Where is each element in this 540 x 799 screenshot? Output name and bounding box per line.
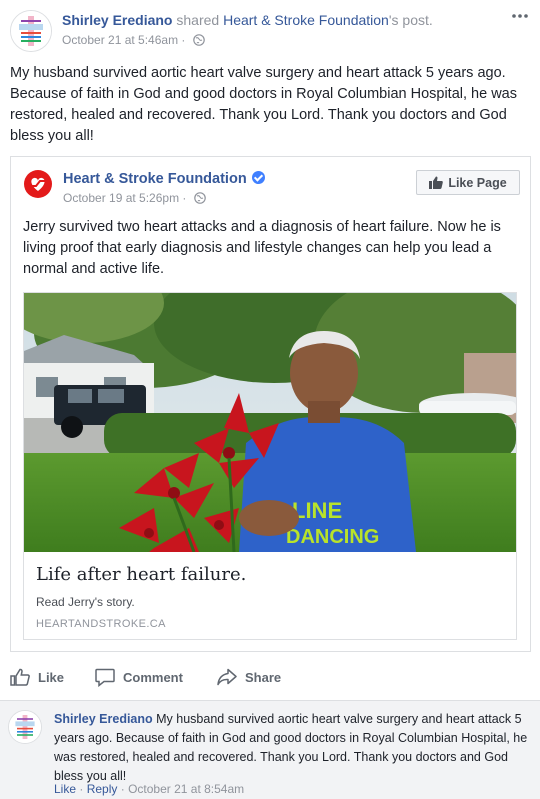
globe-icon[interactable] xyxy=(192,34,205,50)
comment-label: Comment xyxy=(123,669,183,685)
comment-actions: Like · Reply · October 21 at 8:54am xyxy=(54,782,244,796)
comment-reply-link[interactable]: Reply xyxy=(87,782,118,796)
shared-label: shared xyxy=(176,12,220,28)
comment-icon xyxy=(95,668,115,687)
post-actions-bar: Like Comment Share xyxy=(0,660,540,694)
like-action-button[interactable]: Like xyxy=(10,660,64,694)
comment-body: Shirley Erediano My husband survived aor… xyxy=(54,710,530,786)
author-avatar[interactable] xyxy=(10,10,52,52)
shared-post-meta: October 19 at 5:26pm · xyxy=(63,191,206,207)
comments-section: Shirley Erediano My husband survived aor… xyxy=(0,700,540,799)
comment-sep-1: · xyxy=(79,782,84,796)
share-label: Share xyxy=(245,669,282,685)
link-domain: HEARTANDSTROKE.CA xyxy=(36,618,166,630)
thumbs-up-icon xyxy=(10,668,30,686)
like-page-button[interactable]: Like Page xyxy=(416,170,520,195)
link-title[interactable]: Life after heart failure. xyxy=(36,564,246,585)
post-timestamp[interactable]: October 21 at 5:46am xyxy=(62,33,178,47)
link-preview-card[interactable]: LINE DANCING Life after heart failure. R… xyxy=(23,292,517,640)
source-suffix: 's post. xyxy=(388,12,433,28)
meta-separator: · xyxy=(182,191,187,205)
page-name[interactable]: Heart & Stroke Foundation xyxy=(63,171,265,187)
post-body-text: My husband survived aortic heart valve s… xyxy=(10,65,517,144)
feed-post: Shirley Erediano shared Heart & Stroke F… xyxy=(0,0,540,700)
commenter-name[interactable]: Shirley Erediano xyxy=(54,712,153,726)
comment-action-button[interactable]: Comment xyxy=(95,660,183,694)
share-action-button[interactable]: Share xyxy=(217,660,281,694)
shirt-text-1: LINE xyxy=(292,498,342,523)
meta-separator: · xyxy=(181,33,186,47)
globe-icon[interactable] xyxy=(193,192,206,207)
more-options-icon[interactable] xyxy=(510,8,530,24)
comment-sep-2: · xyxy=(120,782,125,796)
post-header: Shirley Erediano shared Heart & Stroke F… xyxy=(62,11,433,29)
commenter-avatar[interactable] xyxy=(8,710,42,744)
like-label: Like xyxy=(38,669,65,685)
thumbs-up-icon xyxy=(429,176,444,189)
verified-badge-icon xyxy=(251,171,265,184)
like-page-label: Like Page xyxy=(448,175,507,190)
link-description: Read Jerry's story. xyxy=(36,595,135,609)
source-page-link[interactable]: Heart & Stroke Foundation xyxy=(223,12,389,28)
share-icon xyxy=(217,668,237,686)
heart-stroke-logo[interactable] xyxy=(24,170,52,198)
link-preview-image[interactable]: LINE DANCING xyxy=(24,293,516,552)
page-name-text[interactable]: Heart & Stroke Foundation xyxy=(63,171,247,187)
comment-timestamp[interactable]: October 21 at 8:54am xyxy=(128,782,244,796)
author-name[interactable]: Shirley Erediano xyxy=(62,12,172,28)
comment-like-link[interactable]: Like xyxy=(54,782,76,796)
post-meta: October 21 at 5:46am · xyxy=(62,32,205,50)
shared-post-text: Jerry survived two heart attacks and a d… xyxy=(23,219,501,277)
shared-post-timestamp[interactable]: October 19 at 5:26pm xyxy=(63,191,179,205)
shared-post: Heart & Stroke Foundation October 19 at … xyxy=(10,156,531,652)
shirt-text-2: DANCING xyxy=(286,526,379,548)
